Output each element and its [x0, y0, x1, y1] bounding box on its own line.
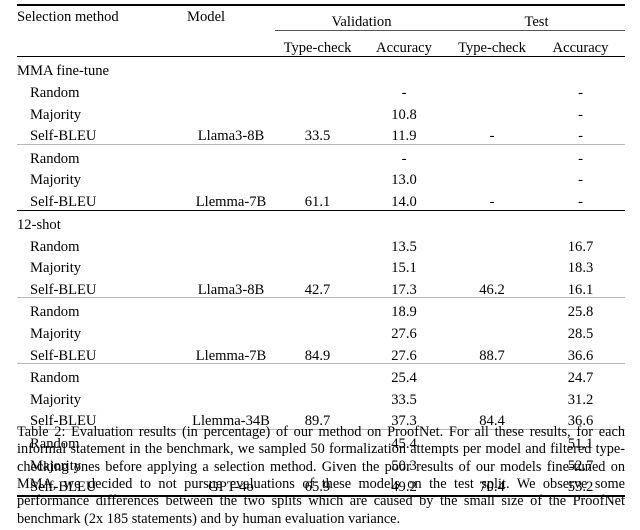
cell-model: Llama3-8B [197, 128, 265, 145]
page-root: Selection method Model Validation Test Type-… [0, 0, 640, 530]
section-header-row: MMA fine-tune [17, 57, 625, 79]
col-header-test-accuracy: Accuracy [552, 40, 609, 57]
col-header-model: Model [187, 9, 226, 25]
col-group-header-test: Test [448, 6, 625, 31]
cell-selection-method: Majority [30, 106, 82, 123]
cell-validation-accuracy: 15.1 [391, 260, 417, 277]
cell-validation-accuracy: 27.6 [391, 347, 417, 364]
cell-validation-accuracy: 13.0 [391, 172, 417, 189]
cell-selection-method: Random [30, 370, 80, 387]
cell-test-typecheck: 88.7 [479, 347, 505, 364]
table-caption: Table 2: Evaluation results (in percenta… [17, 424, 625, 527]
cell-validation-accuracy: 13.5 [391, 238, 417, 255]
cell-validation-accuracy: 11.9 [391, 128, 417, 145]
table-row: Random Llama3-8B 42.7 13.5 46.2 16.7 [17, 233, 625, 297]
cell-test-accuracy: 16.7 [567, 238, 594, 255]
cell-validation-typecheck: 89.7 [304, 413, 331, 430]
section-header-row: 12-shot [17, 211, 625, 233]
section-title: 12-shot [17, 216, 61, 233]
cell-test-accuracy: 18.3 [567, 260, 594, 277]
cell-selection-method: Self-BLEU [30, 281, 97, 298]
cell-test-accuracy: - [578, 150, 583, 167]
cell-selection-method: Majority [30, 172, 82, 189]
cell-test-accuracy: 36.6 [567, 347, 594, 364]
table-row: Random Llemma-34B 89.7 25.4 84.4 24.7 [17, 364, 625, 429]
col-group-header-validation: Validation [275, 6, 448, 31]
cell-test-accuracy: 31.2 [567, 391, 594, 408]
cell-test-accuracy: 25.8 [567, 304, 594, 321]
cell-validation-accuracy: - [401, 85, 407, 101]
cell-test-accuracy: - [578, 172, 583, 189]
cell-model: Llama3-8B [197, 281, 265, 298]
cell-test-accuracy: - [578, 85, 583, 101]
cell-selection-method: Majority [30, 260, 82, 277]
cell-test-accuracy: 28.5 [567, 325, 594, 342]
table-row: Random Llemma-7B 84.9 18.9 88.7 25.8 [17, 298, 625, 363]
cell-test-typecheck: - [489, 128, 495, 145]
col-header-selection-method: Selection method [17, 9, 119, 25]
table-row: Random Llama3-8B 33.5 - - - [17, 79, 625, 144]
cell-test-accuracy: - [578, 106, 583, 123]
cell-selection-method: Random [30, 85, 80, 101]
cell-test-typecheck: 84.4 [479, 413, 505, 430]
cell-test-accuracy: - [578, 193, 583, 210]
cell-selection-method: Random [30, 150, 80, 167]
cell-validation-accuracy: 33.5 [391, 391, 417, 408]
cell-validation-typecheck: 33.5 [304, 128, 331, 145]
cell-test-accuracy: - [578, 128, 583, 145]
cell-validation-typecheck: 84.9 [304, 347, 331, 364]
cell-validation-accuracy: 27.6 [391, 325, 417, 342]
section-title: MMA fine-tune [17, 63, 110, 80]
col-header-validation-accuracy: Accuracy [376, 40, 432, 57]
cell-validation-typecheck: 61.1 [304, 193, 331, 210]
cell-validation-accuracy: 17.3 [391, 281, 417, 298]
cell-selection-method: Majority [30, 325, 82, 342]
results-table-body: Selection method Model Validation Test Type-… [17, 4, 625, 498]
cell-model: Llemma-34B [192, 413, 270, 430]
cell-selection-method: Random [30, 238, 80, 255]
cell-validation-accuracy: 10.8 [391, 106, 417, 123]
col-header-validation-typecheck: Type-check [283, 40, 352, 57]
cell-selection-method: Self-BLEU [30, 193, 97, 210]
cell-model: Llemma-7B [195, 193, 267, 210]
cell-validation-typecheck: 42.7 [304, 281, 331, 298]
cell-selection-method: Majority [30, 391, 82, 408]
results-table: Selection method Model Validation Test Type-… [17, 4, 625, 498]
cell-validation-accuracy: - [401, 150, 407, 167]
results-table-container: Selection method Model Validation Test Type-… [17, 4, 625, 498]
cell-validation-accuracy: 14.0 [391, 193, 417, 210]
cell-validation-accuracy: 18.9 [391, 304, 417, 321]
cell-selection-method: Self-BLEU [30, 347, 97, 364]
cell-test-accuracy: 16.1 [567, 281, 594, 298]
cell-test-typecheck: 46.2 [479, 281, 505, 298]
cell-model: Llemma-7B [195, 347, 267, 364]
cell-selection-method: Random [30, 304, 80, 321]
cell-selection-method: Self-BLEU [30, 128, 97, 145]
cell-validation-accuracy: 25.4 [391, 370, 417, 387]
table-group-header-row: Selection method Model Validation Test [17, 6, 625, 31]
cell-test-typecheck: - [489, 193, 495, 210]
cell-test-accuracy: 24.7 [567, 370, 594, 387]
table-row: Random Llemma-7B 61.1 - - - [17, 145, 625, 210]
col-header-test-typecheck: Type-check [458, 40, 526, 57]
